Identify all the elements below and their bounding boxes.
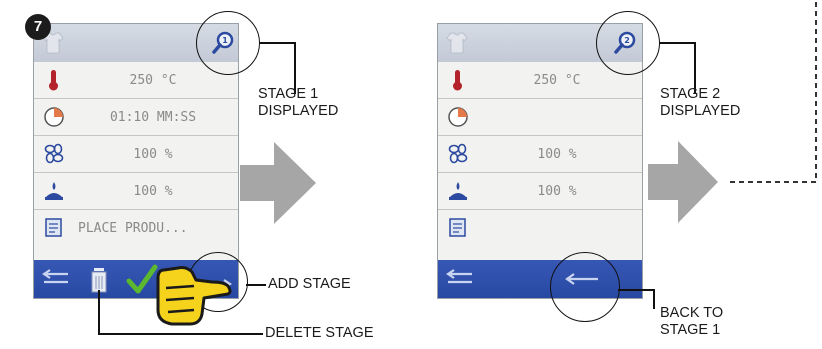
stage2-highlight-circle bbox=[596, 11, 660, 75]
fan-icon bbox=[448, 143, 468, 164]
back-arrow-icon[interactable] bbox=[38, 268, 72, 290]
step-number: 7 bbox=[33, 18, 43, 35]
transition-arrow-2 bbox=[648, 141, 718, 223]
fan-value: 100 % bbox=[537, 147, 577, 162]
message-row[interactable]: PLACE PRODU... bbox=[34, 210, 238, 247]
message-value: PLACE PRODU... bbox=[78, 221, 188, 236]
stage1-displayed-label: STAGE 1 DISPLAYED bbox=[258, 86, 339, 119]
fan-row[interactable]: 100 % bbox=[34, 136, 238, 173]
steam-row[interactable]: 100 % bbox=[438, 173, 642, 210]
message-row[interactable] bbox=[438, 210, 642, 247]
clock-icon bbox=[44, 107, 64, 127]
fan-icon bbox=[44, 143, 64, 164]
thermometer-icon bbox=[49, 70, 58, 91]
pointing-hand-icon bbox=[156, 266, 232, 326]
steam-icon bbox=[449, 182, 467, 200]
add-stage-label: ADD STAGE bbox=[268, 276, 351, 292]
back-arrow-icon[interactable] bbox=[442, 268, 476, 290]
clock-icon bbox=[448, 107, 468, 127]
time-row[interactable] bbox=[438, 99, 642, 136]
time-row[interactable]: 01:10 MM:SS bbox=[34, 99, 238, 136]
time-value bbox=[478, 99, 636, 136]
time-value: 01:10 MM:SS bbox=[109, 110, 197, 125]
steam-value: 100 % bbox=[133, 184, 173, 199]
steam-value: 100 % bbox=[537, 184, 577, 199]
message-icon bbox=[45, 218, 62, 237]
steam-icon bbox=[45, 182, 63, 200]
transition-arrow-1 bbox=[240, 142, 316, 224]
stage1-highlight-circle bbox=[196, 11, 260, 75]
fan-value: 100 % bbox=[133, 147, 173, 162]
fan-row[interactable]: 100 % bbox=[438, 136, 642, 173]
back-to-stage1-highlight-circle bbox=[550, 252, 620, 322]
dashed-connector bbox=[730, 0, 817, 183]
message-icon bbox=[449, 218, 466, 237]
message-value bbox=[478, 210, 636, 247]
delete-stage-label: DELETE STAGE bbox=[265, 325, 374, 341]
back-to-stage1-label: BACK TO STAGE 1 bbox=[660, 305, 724, 338]
steam-row[interactable]: 100 % bbox=[34, 173, 238, 210]
step-badge: 7 bbox=[25, 14, 51, 40]
shirt-icon bbox=[446, 32, 468, 54]
thermometer-icon bbox=[453, 70, 462, 91]
